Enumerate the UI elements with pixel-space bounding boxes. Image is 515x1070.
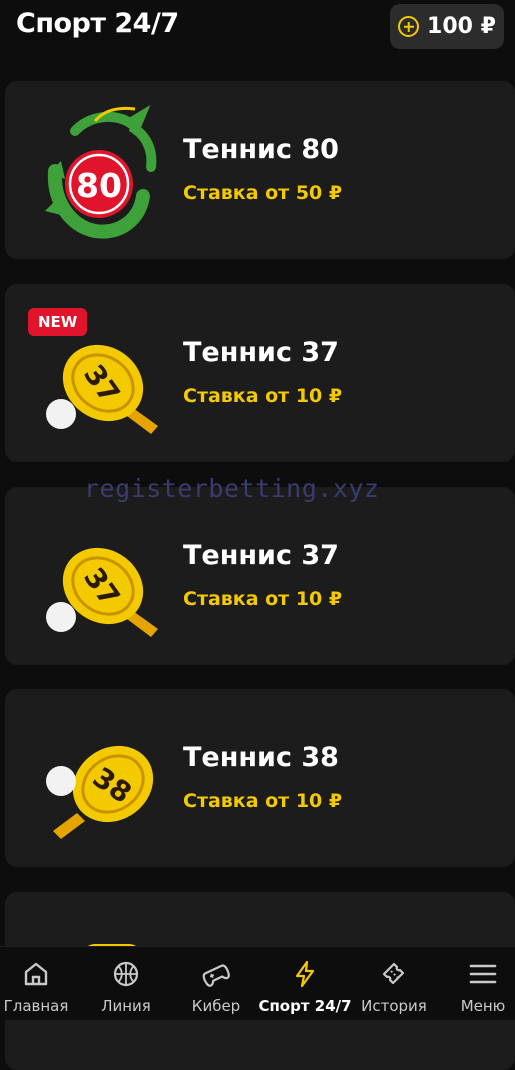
balance-button[interactable]: 100 ₽ [390, 4, 504, 49]
home-icon [24, 962, 48, 986]
ping-pong-paddle-icon: 37 [46, 547, 158, 637]
ping-pong-paddle-icon: 38 [46, 745, 154, 839]
tab-history[interactable]: История [349, 947, 439, 1020]
gamepad-icon [202, 964, 230, 987]
tab-home[interactable]: Главная [0, 947, 81, 1020]
bottom-tab-bar: Главная Линия Кибер Спорт 24/7 История М… [0, 946, 515, 1020]
header: Спорт 24/7 100 ₽ [0, 0, 515, 56]
tab-line[interactable]: Линия [81, 947, 171, 1020]
tab-label: Меню [460, 997, 506, 1015]
game-name: Теннис 37 [183, 540, 339, 571]
tab-label: История [361, 997, 427, 1015]
ball-icon [113, 961, 139, 987]
plus-circle-icon [398, 16, 420, 37]
tab-label: Линия [101, 997, 151, 1015]
dragon-logo-icon: 80 [45, 104, 157, 239]
tab-label: Главная [3, 997, 69, 1015]
tab-label: Спорт 24/7 [258, 997, 352, 1015]
tab-cyber[interactable]: Кибер [171, 947, 261, 1020]
game-stake: Ставка от 10 ₽ [183, 790, 343, 812]
balance-amount: 100 ₽ [427, 14, 496, 39]
game-name: Теннис 80 [183, 134, 339, 165]
page-title: Спорт 24/7 [16, 8, 179, 39]
game-card-tennis-38[interactable]: 38 Теннис 38 Ставка от 10 ₽ [5, 689, 515, 867]
game-name: Теннис 37 [183, 337, 339, 368]
game-stake: Ставка от 50 ₽ [183, 182, 343, 204]
tab-menu[interactable]: Меню [438, 947, 515, 1020]
ticket-icon [382, 962, 405, 985]
tab-label: Кибер [191, 997, 241, 1015]
watermark: registerbetting.xyz [84, 474, 380, 503]
dragon-logo-number: 80 [76, 166, 122, 205]
game-name: Теннис 38 [183, 742, 339, 773]
game-card-tennis-37-new[interactable]: 37 NEW Теннис 37 Ставка от 10 ₽ [5, 284, 515, 462]
menu-icon [469, 964, 497, 984]
lightning-icon [295, 960, 315, 988]
game-card-tennis-80[interactable]: 80 Теннис 80 Ставка от 50 ₽ [5, 81, 515, 259]
tab-sport-24-7[interactable]: Спорт 24/7 [258, 947, 352, 1020]
new-badge: NEW [28, 308, 88, 336]
game-stake: Ставка от 10 ₽ [183, 588, 343, 610]
game-card-tennis-37[interactable]: 37 Теннис 37 Ставка от 10 ₽ [5, 487, 515, 665]
game-stake: Ставка от 10 ₽ [183, 385, 343, 407]
